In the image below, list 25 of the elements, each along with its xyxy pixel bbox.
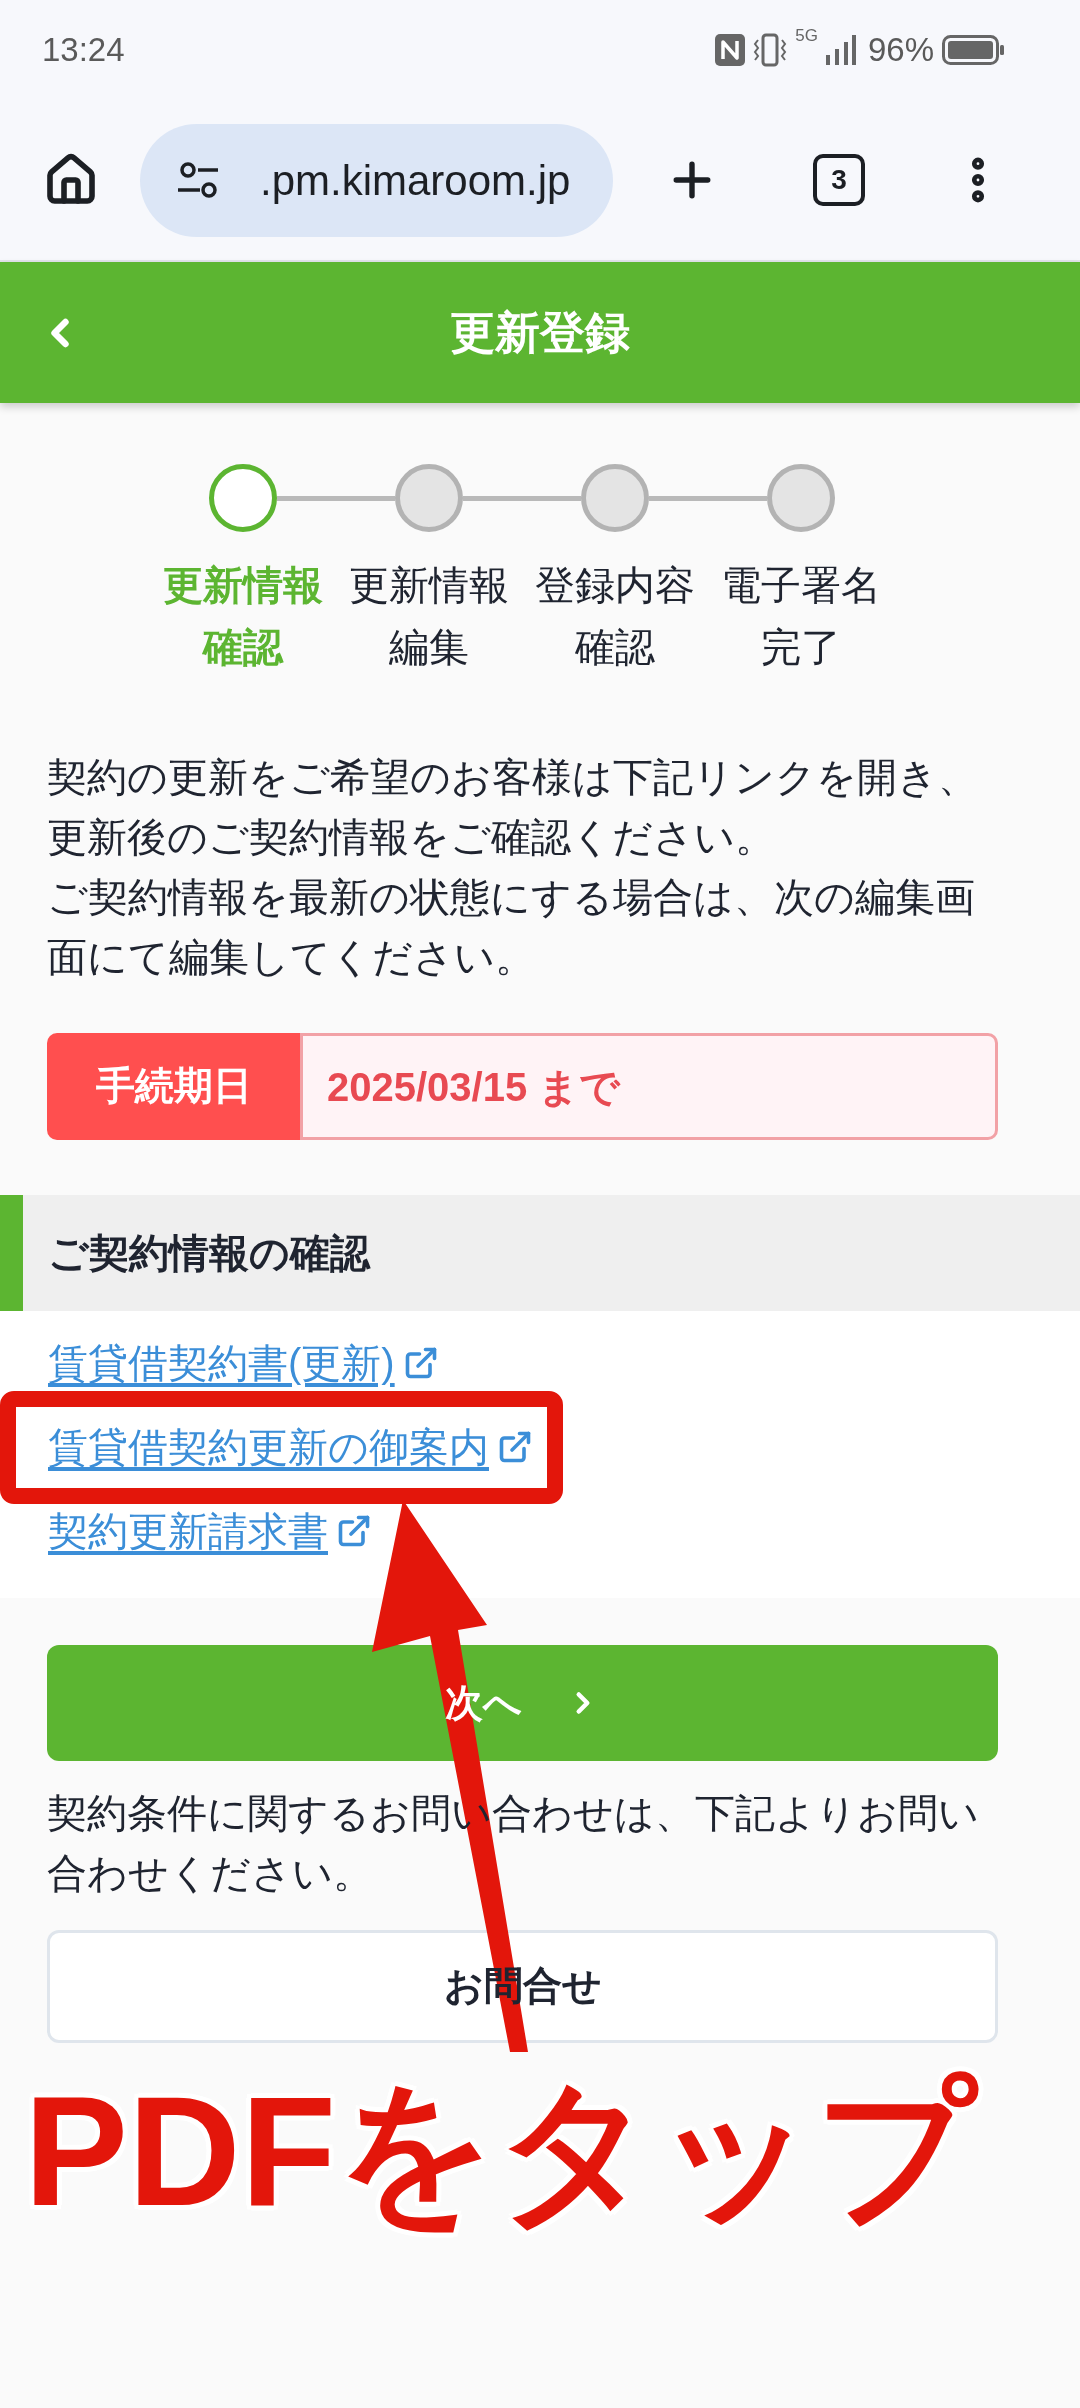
step-label: 電子署名 完了	[721, 562, 881, 671]
step-label: 登録内容 確認	[535, 562, 695, 671]
nfc-icon	[715, 34, 746, 66]
tab-switcher-button[interactable]: 3	[813, 154, 865, 206]
vibrate-icon	[753, 33, 788, 67]
status-time: 13:24	[42, 30, 125, 71]
battery-percent: 96%	[867, 30, 934, 71]
deadline-label: 手続期日	[47, 1033, 300, 1140]
intro-paragraph: ご契約情報を最新の状態にする場合は、次の編集画面にて編集してください。	[47, 874, 976, 981]
step-label: 更新情報 確認	[163, 562, 323, 671]
page-title: 更新登録	[450, 305, 630, 360]
battery-icon	[942, 35, 1004, 65]
document-link[interactable]: 賃貸借契約書(更新)	[48, 1338, 439, 1388]
signal-icon	[825, 35, 856, 65]
document-link[interactable]: 契約更新請求書	[48, 1506, 372, 1556]
step-label: 更新情報 編集	[349, 562, 509, 671]
deadline-value: 2025/03/15 まで	[300, 1033, 998, 1140]
intro-paragraph: 契約の更新をご希望のお客様は下記リンクを開き、更新後のご契約情報をご確認ください。	[47, 754, 979, 861]
network-type: 5G	[795, 27, 818, 45]
external-link-icon	[336, 1513, 372, 1549]
section-heading: ご契約情報の確認	[0, 1195, 1080, 1311]
url-text: .pm.kimaroom.jp	[260, 155, 571, 206]
document-link[interactable]: 賃貸借契約更新の御案内	[48, 1422, 533, 1472]
address-bar[interactable]: .pm.kimaroom.jp	[140, 123, 613, 237]
external-link-icon	[497, 1429, 533, 1465]
